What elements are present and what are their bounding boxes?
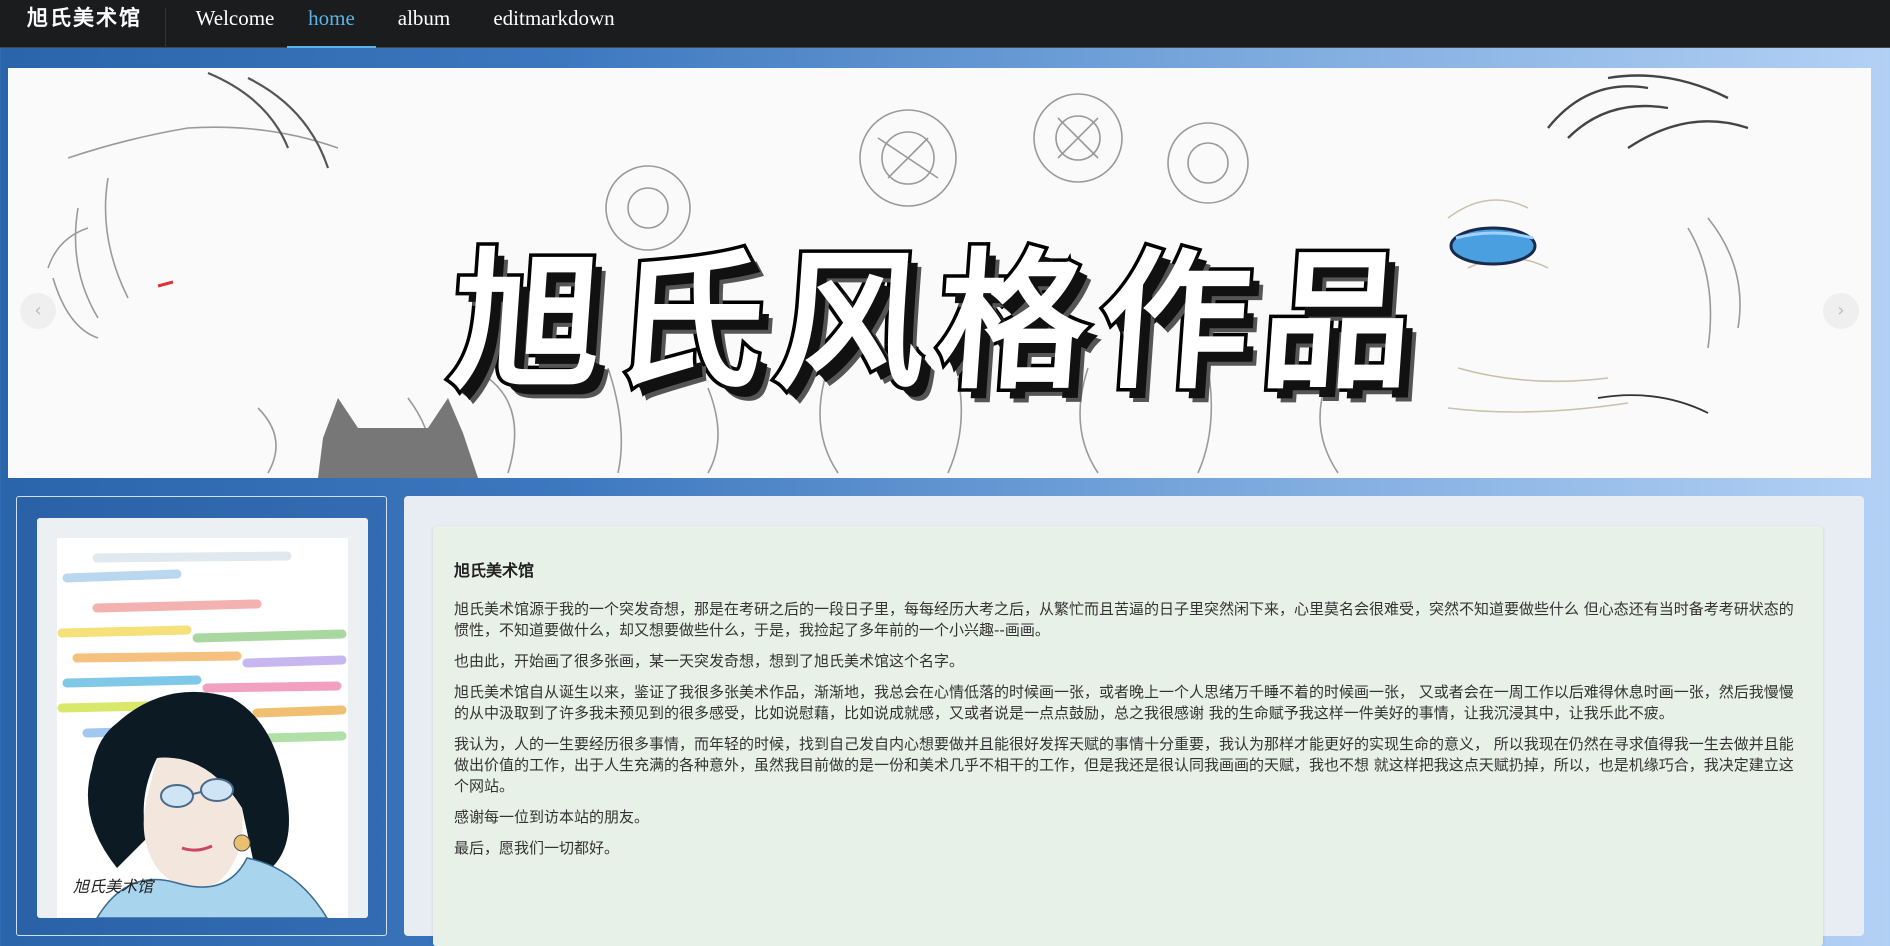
nav-link-editmarkdown[interactable]: editmarkdown [479, 0, 629, 48]
nav-link-home[interactable]: home [287, 0, 376, 48]
carousel-prev-button[interactable]: ‹ [20, 293, 56, 329]
portrait-signature: 旭氏美术馆 [73, 877, 154, 896]
navbar-divider [165, 8, 166, 48]
article-title: 旭氏美术馆 [454, 561, 535, 580]
carousel-next-button[interactable]: › [1823, 293, 1859, 329]
article-paragraph: 旭氏美术馆自从诞生以来，鉴证了我很多张美术作品，渐渐地，我总会在心情低落的时候画… [454, 683, 1794, 722]
nav-link-welcome[interactable]: Welcome [175, 0, 295, 48]
article-paragraph: 旭氏美术馆源于我的一个突发奇想，那是在考研之后的一段日子里，每每经历大考之后，从… [454, 600, 1794, 639]
article-body: 旭氏美术馆 旭氏美术馆源于我的一个突发奇想，那是在考研之后的一段日子里，每每经历… [454, 560, 1804, 869]
article-paragraph: 感谢每一位到访本站的朋友。 [454, 808, 650, 826]
chevron-right-icon: › [1837, 300, 1845, 321]
top-navbar: 旭氏美术馆 Welcome home album editmarkdown [0, 0, 1890, 48]
chevron-left-icon: ‹ [34, 300, 42, 321]
banner-title: 旭氏风格作品 [442, 233, 1433, 414]
site-brand[interactable]: 旭氏美术馆 [27, 4, 142, 44]
banner-carousel: 旭氏风格作品 ‹ › [8, 68, 1871, 478]
article-paragraph: 我认为，人的一生要经历很多事情，而年轻的时候，找到自己发自内心想要做并且能很好发… [454, 735, 1794, 795]
article-paragraph: 最后，愿我们一切都好。 [454, 839, 620, 857]
article-paragraph: 也由此，开始画了很多张画，某一天突发奇想，想到了旭氏美术馆这个名字。 [454, 652, 965, 670]
nav-link-album[interactable]: album [384, 0, 464, 48]
portrait-image [57, 538, 348, 918]
